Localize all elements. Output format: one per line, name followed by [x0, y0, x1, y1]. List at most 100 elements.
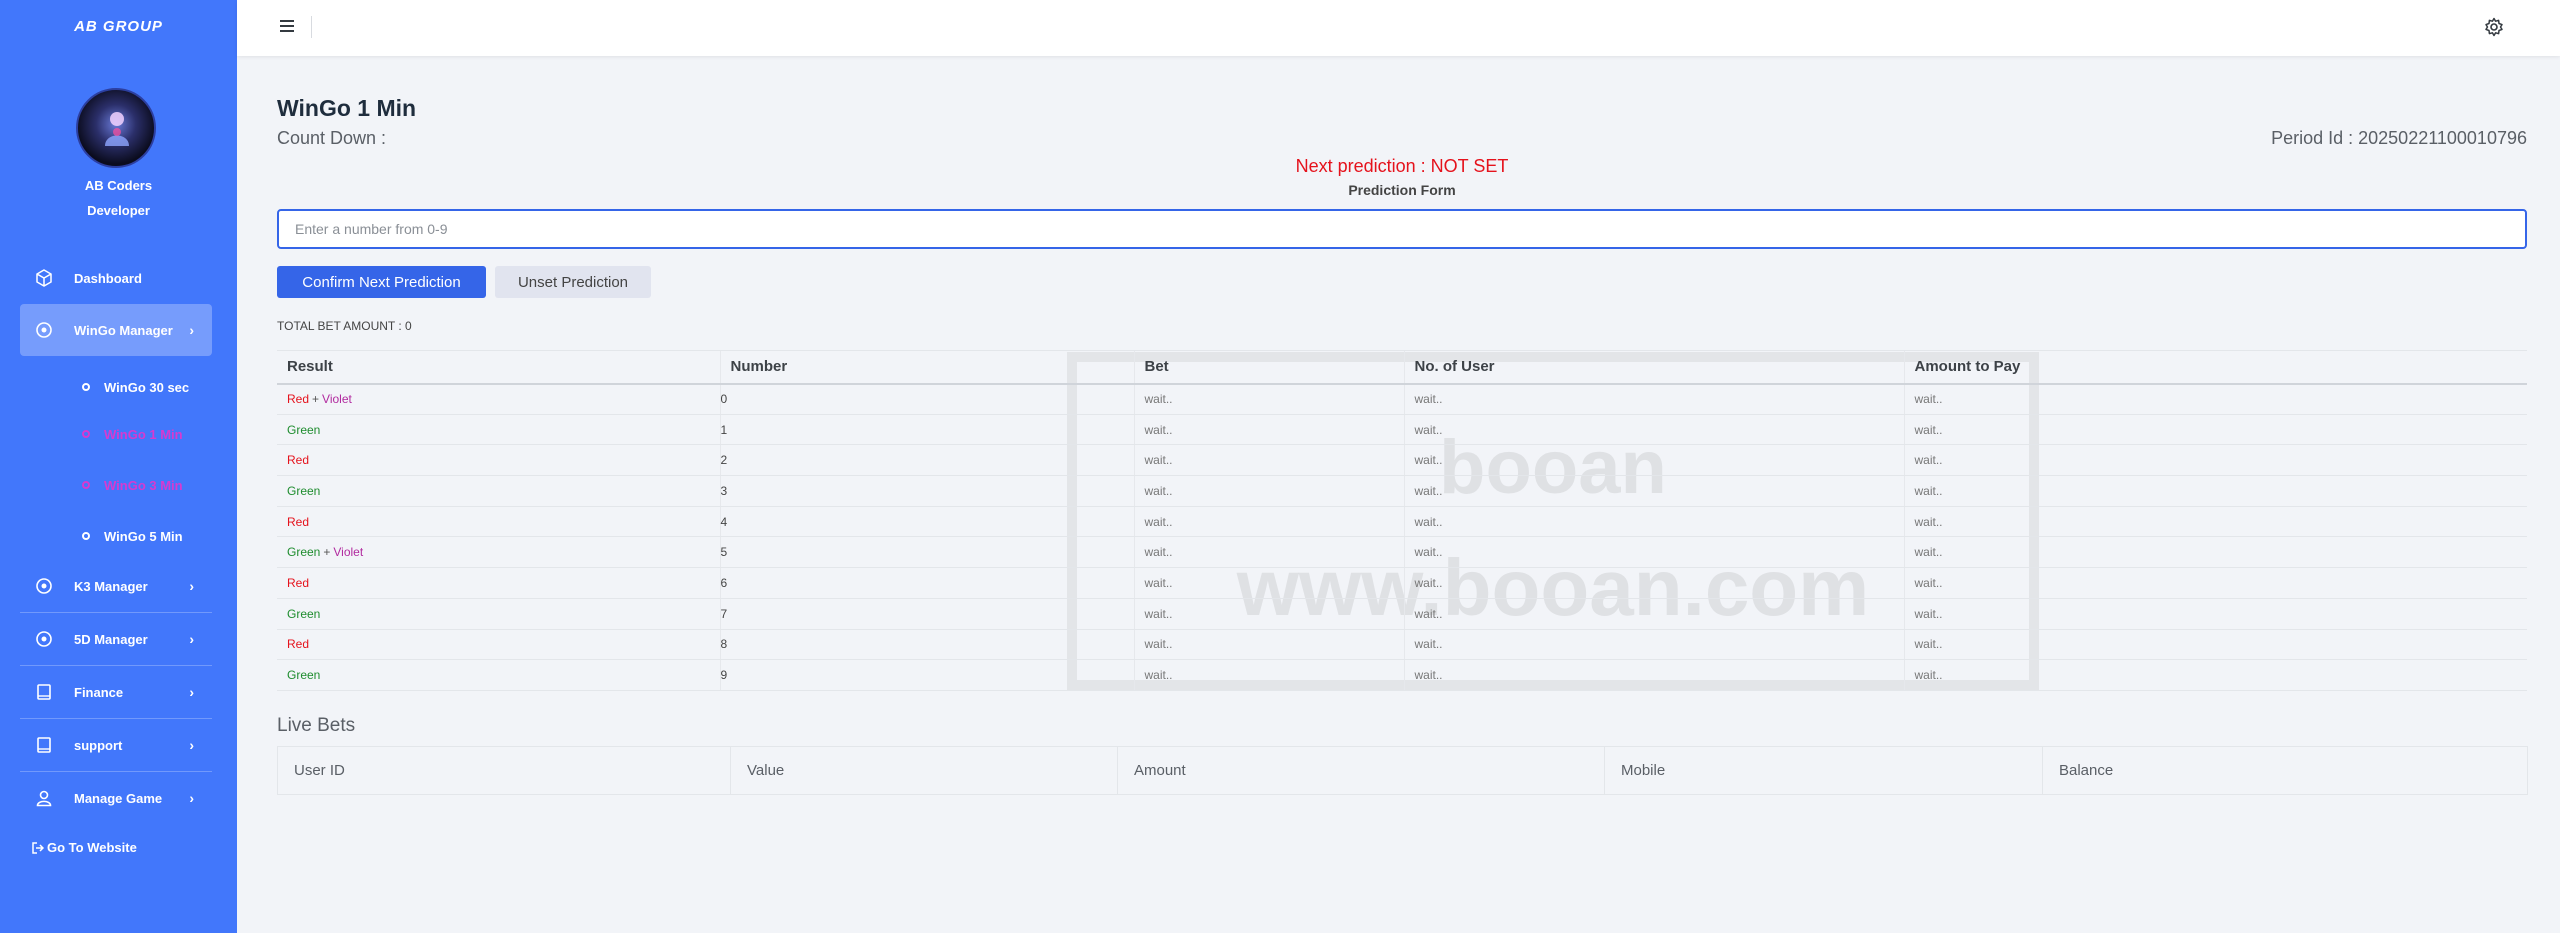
chevron-right-icon: ›	[189, 737, 194, 753]
sub-item-wingo-30-sec[interactable]: WinGo 30 sec	[82, 376, 192, 398]
result-color-label: Violet	[333, 545, 364, 560]
amount-to-pay-cell: wait..	[1903, 598, 2527, 630]
gear-icon[interactable]	[2484, 17, 2504, 42]
amount-to-pay-cell: wait..	[1903, 629, 2527, 661]
column-header[interactable]: Number	[719, 350, 1134, 385]
number-cell: 8	[719, 629, 1134, 661]
sub-item-label: WinGo 30 sec	[104, 379, 190, 395]
nav-label: Dashboard	[74, 270, 142, 286]
amount-to-pay-cell: wait..	[1903, 536, 2527, 569]
result-cell: Green + Violet	[277, 536, 720, 569]
column-header[interactable]: Amount to Pay	[1903, 350, 2527, 385]
sub-item-wingo-3-min[interactable]: WinGo 3 Min	[82, 474, 192, 496]
nav-dashboard[interactable]: Dashboard	[20, 252, 212, 304]
result-cell: Green	[277, 414, 720, 446]
result-color-label: Red	[287, 637, 310, 652]
page-title: WinGo 1 Min	[277, 95, 417, 121]
target-icon	[34, 576, 54, 596]
number-cell: 2	[719, 444, 1134, 477]
bet-cell: wait..	[1133, 444, 1404, 477]
confirm-next-prediction-button[interactable]: Confirm Next Prediction	[277, 266, 486, 298]
bet-cell: wait..	[1133, 383, 1404, 415]
column-header[interactable]: No. of User	[1403, 350, 1904, 385]
column-header[interactable]: Bet	[1133, 350, 1404, 385]
user-count-cell: wait..	[1403, 629, 1904, 661]
nav-label: WinGo Manager	[74, 322, 173, 338]
user-count-cell: wait..	[1403, 659, 1904, 691]
prediction-number-input[interactable]	[277, 209, 2527, 249]
result-cell: Red	[277, 506, 720, 538]
result-color-label: Violet	[322, 392, 352, 407]
go-to-website-label: Go To Website	[47, 840, 137, 855]
user-count-cell: wait..	[1403, 598, 1904, 630]
nav-finance[interactable]: Finance ›	[20, 666, 212, 718]
number-cell: 1	[719, 414, 1134, 446]
book-icon	[34, 682, 54, 702]
amount-to-pay-cell: wait..	[1903, 414, 2527, 446]
user-role: Developer	[87, 203, 150, 218]
table-row: Red 2 wait.. wait.. wait..	[277, 444, 2527, 477]
result-cell: Red	[277, 444, 720, 477]
result-cell: Red	[277, 629, 720, 661]
go-to-website-link[interactable]: Go To Website	[32, 840, 137, 855]
cube-icon	[34, 268, 54, 288]
sign-out-icon	[32, 841, 44, 854]
nav-wingo-manager[interactable]: WinGo Manager ›	[20, 304, 212, 356]
column-header[interactable]: Mobile	[1604, 746, 2043, 795]
total-bet-amount: TOTAL BET AMOUNT : 0	[277, 319, 412, 333]
countdown-label: Count Down :	[277, 128, 387, 148]
book-icon	[34, 735, 54, 755]
table-row: Green 7 wait.. wait.. wait..	[277, 598, 2527, 630]
nav-5d-manager[interactable]: 5D Manager ›	[20, 613, 212, 665]
table-row: Red 8 wait.. wait.. wait..	[277, 629, 2527, 661]
sub-item-wingo-1-min[interactable]: WinGo 1 Min	[82, 423, 192, 445]
table-row: Green 9 wait.. wait.. wait..	[277, 659, 2527, 691]
hamburger-menu-icon[interactable]	[280, 20, 294, 32]
chevron-right-icon: ›	[189, 322, 194, 338]
result-cell: Green	[277, 475, 720, 507]
user-count-cell: wait..	[1403, 444, 1904, 477]
period-id: Period Id : 20250221100010796	[2271, 128, 2527, 148]
nav-label: Finance	[74, 684, 124, 700]
unset-prediction-button[interactable]: Unset Prediction	[495, 266, 651, 298]
number-cell: 4	[719, 506, 1134, 538]
chevron-right-icon: ›	[189, 684, 194, 700]
avatar[interactable]	[76, 88, 156, 168]
nav-label: 5D Manager	[74, 631, 148, 647]
column-header[interactable]: Balance	[2042, 746, 2528, 795]
avatar-figure-icon	[105, 112, 129, 146]
table-row: Green 1 wait.. wait.. wait..	[277, 414, 2527, 446]
table-row: Red 6 wait.. wait.. wait..	[277, 567, 2527, 599]
sub-item-label: WinGo 1 Min	[104, 426, 183, 442]
nav-k3-manager[interactable]: K3 Manager ›	[20, 560, 212, 612]
sub-item-wingo-5-min[interactable]: WinGo 5 Min	[82, 525, 192, 547]
column-header[interactable]: Value	[730, 746, 1118, 795]
bet-cell: wait..	[1133, 567, 1404, 599]
table-row: Green 3 wait.. wait.. wait..	[277, 475, 2527, 507]
column-header[interactable]: Result	[277, 350, 720, 385]
topbar	[237, 0, 2560, 56]
result-color-label: Green	[287, 483, 321, 498]
number-cell: 7	[719, 598, 1134, 630]
column-header[interactable]: Amount	[1117, 746, 1605, 795]
sub-item-label: WinGo 3 Min	[104, 477, 183, 493]
result-cell: Red + Violet	[277, 383, 720, 415]
nav-support[interactable]: support ›	[20, 719, 212, 771]
result-color-label: Red	[287, 514, 310, 529]
user-count-cell: wait..	[1403, 536, 1904, 569]
nav-label: K3 Manager	[74, 578, 148, 594]
circle-icon	[82, 481, 90, 489]
column-header[interactable]: User ID	[277, 746, 731, 795]
circle-icon	[82, 430, 90, 438]
target-icon	[34, 320, 54, 340]
nav-label: Manage Game	[74, 790, 163, 806]
result-color-label: Red	[287, 575, 310, 590]
nav-label: support	[74, 737, 123, 753]
circle-icon	[82, 383, 90, 391]
brand-logo[interactable]: AB GROUP	[0, 18, 237, 35]
nav-manage-game[interactable]: Manage Game ›	[20, 772, 212, 824]
result-color-label: Green	[287, 606, 321, 621]
result-cell: Red	[277, 567, 720, 599]
table-row: Red + Violet 0 wait.. wait.. wait..	[277, 383, 2527, 415]
user-count-cell: wait..	[1403, 475, 1904, 507]
